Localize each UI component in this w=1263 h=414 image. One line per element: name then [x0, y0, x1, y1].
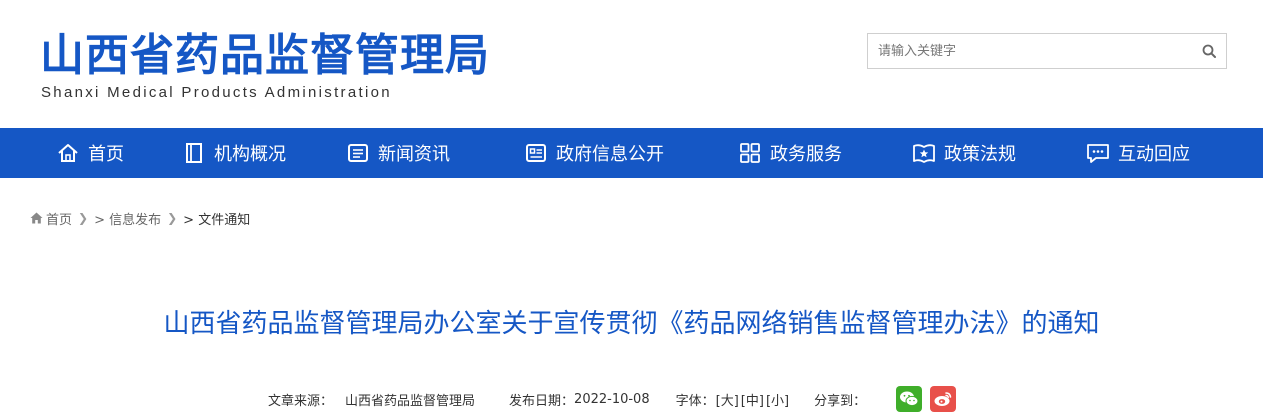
font-size-small-button[interactable]: [小] [766, 390, 789, 409]
font-size-large-button[interactable]: [大] [716, 390, 739, 409]
nav-item-policy[interactable]: 政策法规 [912, 128, 1016, 178]
source-label: 文章来源： [268, 393, 334, 409]
main-nav: 首页 机构概况 新闻资讯 政府信息公开 政务服务 政策法规 互动回应 [0, 128, 1263, 178]
share-label: 分享到： [814, 393, 867, 409]
breadcrumb-item-file-notice[interactable]: > 文件通知 [183, 209, 250, 228]
book-icon [182, 141, 206, 165]
wechat-share-icon[interactable] [896, 386, 923, 412]
nav-label: 机构概况 [214, 144, 286, 165]
home-icon [56, 141, 80, 165]
nav-item-interaction[interactable]: 互动回应 [1086, 128, 1190, 178]
search-icon[interactable] [1198, 40, 1220, 62]
site-logo-title[interactable]: 山西省药品监督管理局 [40, 30, 490, 82]
info-card-icon [524, 141, 548, 165]
search-input[interactable] [868, 34, 1188, 68]
nav-label: 新闻资讯 [378, 144, 450, 165]
policy-book-icon [912, 141, 936, 165]
weibo-share-icon[interactable] [930, 386, 957, 412]
article-meta: 文章来源： 山西省药品监督管理局 发布日期： 2022-10-08 字体： [大… [268, 386, 957, 412]
article-title: 山西省药品监督管理局办公室关于宣传贯彻《药品网络销售监督管理办法》的通知 [163, 309, 1100, 339]
site-header: 山西省药品监督管理局 Shanxi Medical Products Admin… [0, 0, 1263, 128]
font-size-label: 字体： [675, 393, 715, 409]
nav-label: 政府信息公开 [556, 144, 664, 165]
nav-label: 互动回应 [1118, 144, 1190, 165]
nav-label: 首页 [88, 144, 124, 165]
nav-item-gov-info[interactable]: 政府信息公开 [524, 128, 664, 178]
grid-icon [738, 141, 762, 165]
nav-item-home[interactable]: 首页 [56, 128, 124, 178]
nav-item-about[interactable]: 机构概况 [182, 128, 286, 178]
search-box [867, 33, 1227, 69]
breadcrumb-item-info-release[interactable]: > 信息发布 [94, 209, 161, 228]
date-label: 发布日期： [509, 393, 575, 409]
nav-label: 政策法规 [944, 144, 1016, 165]
breadcrumb: 首页 ❯ > 信息发布 ❯ > 文件通知 [30, 209, 250, 228]
chevron-right-icon: ❯ [78, 211, 89, 225]
nav-label: 政务服务 [770, 144, 842, 165]
home-icon [30, 212, 43, 224]
news-icon [346, 141, 370, 165]
font-size-medium-button[interactable]: [中] [741, 390, 764, 409]
nav-item-gov-service[interactable]: 政务服务 [738, 128, 842, 178]
site-logo-subtitle: Shanxi Medical Products Administration [41, 84, 392, 101]
chevron-right-icon: ❯ [167, 211, 178, 225]
chat-icon [1086, 141, 1110, 165]
nav-item-news[interactable]: 新闻资讯 [346, 128, 450, 178]
breadcrumb-item-home[interactable]: 首页 [46, 209, 72, 228]
source-value: 山西省药品监督管理局 [345, 393, 476, 409]
date-value: 2022-10-08 [574, 391, 650, 407]
